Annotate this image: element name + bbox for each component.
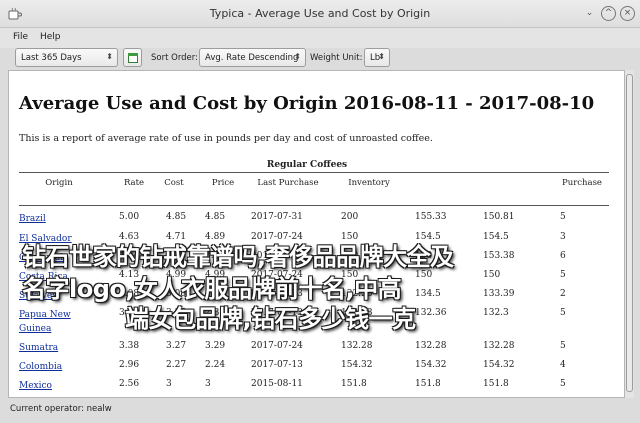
count-cell: 5 — [560, 379, 566, 389]
window-title: Typica - Average Use and Cost by Origin — [209, 7, 431, 20]
value-cell: 132.3 — [483, 308, 509, 318]
menu-file[interactable]: File — [13, 32, 28, 42]
chevron-updown-icon: ⬍ — [294, 52, 301, 61]
avg-cost-cell: 2.27 — [166, 360, 187, 370]
value-cell: 154.32 — [483, 360, 515, 370]
avg-cost-cell: 3.27 — [166, 341, 187, 351]
current-operator-text: Current operator: nealw — [10, 404, 112, 414]
avg-cost-cell: 4.85 — [166, 212, 187, 222]
overlay-text-line: 钻石世家的钻戒靠谱吗,奢侈品品牌大全及 — [22, 243, 454, 271]
price-cell: 2.24 — [205, 360, 226, 370]
vertical-scrollbar[interactable] — [625, 70, 634, 398]
calendar-button[interactable] — [123, 48, 142, 67]
minimize-button[interactable]: ⌄ — [582, 6, 597, 21]
menu-bar: File Help — [0, 28, 640, 48]
price-cell: 4.85 — [205, 212, 226, 222]
report-view[interactable]: Average Use and Cost by Origin 2016-08-1… — [8, 70, 625, 398]
date-cell: 2017-07-31 — [251, 212, 303, 222]
toolbar: Last 365 Days ⬍ Sort Order: Avg. Rate De… — [0, 48, 640, 68]
value-cell: 132.28 — [483, 341, 515, 351]
header-rule — [19, 172, 609, 173]
sort-order-value: Avg. Rate Descending — [205, 53, 299, 63]
close-button[interactable]: × — [620, 6, 635, 21]
rate-cell: 5.00 — [119, 212, 140, 222]
count-cell: 5 — [560, 212, 566, 222]
chevron-updown-icon: ⬍ — [378, 52, 385, 61]
header-rule — [19, 205, 609, 206]
group-header-regular-coffees: Regular Coffees — [266, 160, 348, 170]
value-cell: 133.39 — [483, 289, 515, 299]
value-cell: 155.33 — [415, 212, 447, 222]
origin-link[interactable]: Colombia — [19, 360, 89, 374]
value-cell: 154.32 — [415, 360, 447, 370]
count-cell: 5 — [560, 308, 566, 318]
value-cell: 153.38 — [483, 251, 515, 261]
origin-link[interactable]: Mexico — [19, 379, 89, 393]
report-title: Average Use and Cost by Origin 2016-08-1… — [19, 93, 595, 114]
value-cell: 154.32 — [341, 360, 373, 370]
weight-unit-label: Weight Unit: — [310, 53, 363, 63]
date-cell: 2015-08-11 — [251, 379, 303, 389]
sort-order-select[interactable]: Avg. Rate Descending ⬍ — [199, 48, 306, 67]
title-bar: Typica - Average Use and Cost by Origin … — [0, 0, 640, 28]
column-header-origin: Origin — [45, 178, 73, 188]
column-header-inventory: Inventory — [348, 178, 390, 188]
column-header-price: Price — [211, 178, 235, 188]
chevron-updown-icon: ⬍ — [106, 52, 113, 61]
sort-order-label: Sort Order: — [151, 53, 198, 63]
value-cell: 132.28 — [415, 341, 447, 351]
origin-link[interactable]: Sumatra — [19, 341, 89, 355]
count-cell: 3 — [560, 232, 566, 242]
count-cell: 4 — [560, 360, 566, 370]
scrollbar-thumb[interactable] — [626, 74, 633, 392]
rate-cell: 2.56 — [119, 379, 140, 389]
value-cell: 132.28 — [341, 341, 373, 351]
overlay-text-line: 端女包品牌,钻石多少钱一克 — [125, 305, 416, 333]
value-cell: 151.8 — [341, 379, 367, 389]
value-cell: 154.5 — [483, 232, 509, 242]
price-cell: 3.29 — [205, 341, 226, 351]
count-cell: 5 — [560, 270, 566, 280]
avg-cost-cell: 3 — [166, 379, 172, 389]
origin-link[interactable]: Brazil — [19, 212, 89, 226]
rate-cell: 2.96 — [119, 360, 140, 370]
weight-unit-select[interactable]: Lb ⬍ — [364, 48, 390, 67]
value-cell: 150.81 — [483, 212, 515, 222]
date-range-select[interactable]: Last 365 Days ⬍ — [15, 48, 118, 67]
value-cell: 132.36 — [415, 308, 447, 318]
maximize-button[interactable]: ^ — [601, 6, 616, 21]
count-cell: 5 — [560, 341, 566, 351]
column-header-last-purchase: Last Purchase — [257, 178, 319, 188]
count-cell: 6 — [560, 251, 566, 261]
value-cell: 151.8 — [415, 379, 441, 389]
origin-link[interactable]: Papua New Guinea — [19, 308, 89, 336]
value-cell: 200 — [341, 212, 359, 222]
value-cell: 134.5 — [415, 289, 441, 299]
date-cell: 2017-07-13 — [251, 360, 303, 370]
count-cell: 2 — [560, 289, 566, 299]
rate-cell: 3.38 — [119, 341, 140, 351]
column-header-purchase: Purchase — [562, 178, 602, 188]
date-range-value: Last 365 Days — [21, 53, 82, 63]
calendar-icon — [128, 53, 138, 63]
value-cell: 150 — [483, 270, 501, 280]
report-description: This is a report of average rate of use … — [19, 133, 433, 144]
status-bar: Current operator: nealw — [0, 400, 640, 423]
menu-help[interactable]: Help — [40, 32, 61, 42]
value-cell: 151.8 — [483, 379, 509, 389]
date-cell: 2017-07-24 — [251, 341, 303, 351]
column-header-rate: Rate — [123, 178, 145, 188]
price-cell: 3 — [205, 379, 211, 389]
column-header-cost: Cost — [164, 178, 184, 188]
